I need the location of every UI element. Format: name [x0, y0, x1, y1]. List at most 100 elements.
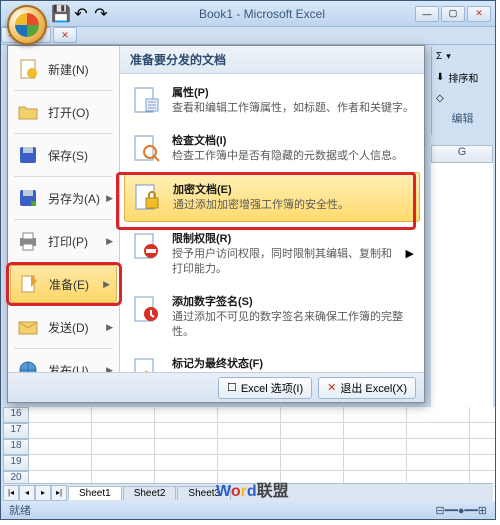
prepare-final[interactable]: 标记为最终状态(F) 让读者知道工作簿是最终版本。	[124, 347, 420, 372]
item-desc: 授予用户访问权限，同时限制其编辑、复制和打印能力。	[172, 247, 396, 277]
menu-label: 打印(P)	[48, 233, 88, 250]
close-button[interactable]: ✕	[467, 6, 491, 22]
button-label: 退出 Excel(X)	[340, 380, 407, 396]
ribbon-collapsed: — ▢ ✕	[1, 27, 495, 45]
envelope-icon	[16, 315, 40, 339]
row-header[interactable]: 17	[3, 423, 29, 439]
clear-icon[interactable]: ◇	[436, 93, 444, 104]
column-header-g[interactable]: G	[431, 145, 493, 163]
lock-icon	[131, 181, 163, 213]
window-title: Book1 - Microsoft Excel	[109, 7, 415, 21]
submenu-arrow-icon: ▶	[106, 236, 113, 247]
menu-new[interactable]: 新建(N)	[8, 50, 119, 88]
office-button[interactable]	[7, 5, 47, 45]
item-title: 检查文档(I)	[172, 132, 414, 148]
excel-window: 💾 ↶ ↷ Book1 - Microsoft Excel — ▢ ✕ — ▢ …	[0, 0, 496, 520]
button-label: Excel 选项(I)	[241, 380, 303, 396]
saveas-icon	[16, 186, 40, 210]
prepare-inspect[interactable]: 检查文档(I) 检查工作簿中是否有隐藏的元数据或个人信息。	[124, 124, 420, 172]
folder-open-icon	[16, 100, 40, 124]
item-title: 属性(P)	[172, 84, 414, 100]
menu-prepare[interactable]: 准备(E) ▶	[10, 265, 117, 303]
properties-icon	[130, 84, 162, 116]
item-desc: 通过添加不可见的数字签名来确保工作簿的完整性。	[172, 310, 414, 340]
minimize-button[interactable]: —	[415, 6, 439, 22]
item-title: 添加数字签名(S)	[172, 293, 414, 309]
window-controls: — ▢ ✕	[415, 6, 491, 22]
autosum-icon[interactable]: Σ	[436, 51, 442, 62]
item-title: 标记为最终状态(F)	[172, 355, 414, 371]
prepare-header: 准备要分发的文档	[120, 46, 424, 74]
globe-icon	[16, 358, 40, 372]
sheet-tab-2[interactable]: Sheet2	[123, 486, 177, 500]
item-desc: 检查工作簿中是否有隐藏的元数据或个人信息。	[172, 149, 414, 164]
maximize-button[interactable]: ▢	[441, 6, 465, 22]
row-cells[interactable]	[29, 455, 495, 471]
menu-label: 发送(D)	[48, 319, 89, 336]
prepare-restrict[interactable]: 限制权限(R) 授予用户访问权限，同时限制其编辑、复制和打印能力。 ▶	[124, 222, 420, 285]
options-icon: ☐	[227, 381, 237, 394]
row-cells[interactable]	[29, 407, 495, 423]
prepare-encrypt[interactable]: 加密文档(E) 通过添加加密增强工作簿的安全性。	[124, 172, 420, 222]
menu-label: 发布(U)	[48, 362, 89, 373]
tab-nav-prev[interactable]: ◂	[19, 485, 35, 501]
watermark: Word联盟	[216, 477, 289, 501]
menu-publish[interactable]: 发布(U) ▶	[8, 351, 119, 372]
row-cells[interactable]	[29, 423, 495, 439]
doc-close-button[interactable]: ✕	[53, 27, 77, 43]
menu-open[interactable]: 打开(O)	[8, 93, 119, 131]
restrict-icon	[130, 230, 162, 262]
submenu-arrow-icon: ▶	[103, 279, 110, 290]
qat-redo-icon[interactable]: ↷	[93, 6, 109, 22]
item-desc: 通过添加加密增强工作簿的安全性。	[173, 198, 413, 213]
row-header[interactable]: 18	[3, 439, 29, 455]
exit-icon: ✕	[327, 381, 336, 394]
menu-label: 保存(S)	[48, 147, 88, 164]
menu-right-pane: 准备要分发的文档 属性(P) 查看和编辑工作簿属性，如标题、作者和关键字。 检查…	[120, 46, 424, 372]
submenu-arrow-icon: ▶	[106, 365, 113, 373]
menu-save[interactable]: 保存(S)	[8, 136, 119, 174]
submenu-arrow-icon: ▶	[106, 322, 113, 333]
inspect-icon	[130, 132, 162, 164]
qat-save-icon[interactable]: 💾	[53, 6, 69, 22]
printer-icon	[16, 229, 40, 253]
exit-excel-button[interactable]: ✕ 退出 Excel(X)	[318, 377, 416, 399]
menu-send[interactable]: 发送(D) ▶	[8, 308, 119, 346]
zoom-controls[interactable]: ⊟━━●━━⊞	[435, 504, 487, 517]
status-bar: 就绪 ⊟━━●━━⊞	[1, 501, 495, 519]
row-header[interactable]: 16	[3, 407, 29, 423]
sheet-tab-1[interactable]: Sheet1	[68, 486, 122, 500]
sort-label: 排序和	[448, 70, 478, 85]
editing-group-label: 编辑	[432, 108, 493, 126]
office-menu: 新建(N) 打开(O) 保存(S) 另存为(A) ▶	[7, 45, 425, 403]
editing-group: Σ ▾ ⬇ 排序和 ◇ 编辑	[431, 47, 493, 135]
tab-nav-first[interactable]: |◂	[3, 485, 19, 501]
menu-label: 打开(O)	[48, 104, 89, 121]
signature-icon	[130, 293, 162, 325]
fill-icon[interactable]: ⬇	[436, 72, 444, 83]
excel-options-button[interactable]: ☐ Excel 选项(I)	[218, 377, 312, 399]
row-header[interactable]: 19	[3, 455, 29, 471]
tab-nav-next[interactable]: ▸	[35, 485, 51, 501]
qat-undo-icon[interactable]: ↶	[73, 6, 89, 22]
submenu-arrow-icon: ▶	[106, 193, 113, 204]
submenu-arrow-icon: ▶	[406, 247, 414, 260]
menu-label: 准备(E)	[49, 276, 89, 293]
office-logo-icon	[15, 13, 39, 37]
tab-nav-last[interactable]: ▸|	[51, 485, 67, 501]
menu-saveas[interactable]: 另存为(A) ▶	[8, 179, 119, 217]
menu-left-pane: 新建(N) 打开(O) 保存(S) 另存为(A) ▶	[8, 46, 120, 372]
menu-footer: ☐ Excel 选项(I) ✕ 退出 Excel(X)	[8, 372, 424, 402]
prepare-properties[interactable]: 属性(P) 查看和编辑工作簿属性，如标题、作者和关键字。	[124, 76, 420, 124]
menu-label: 新建(N)	[48, 61, 89, 78]
menu-print[interactable]: 打印(P) ▶	[8, 222, 119, 260]
prepare-signature[interactable]: 添加数字签名(S) 通过添加不可见的数字签名来确保工作簿的完整性。	[124, 285, 420, 348]
new-doc-icon	[16, 57, 40, 81]
final-icon	[130, 355, 162, 372]
row-cells[interactable]	[29, 439, 495, 455]
item-desc: 查看和编辑工作簿属性，如标题、作者和关键字。	[172, 101, 414, 116]
status-ready: 就绪	[9, 502, 31, 518]
save-icon	[16, 143, 40, 167]
item-title: 加密文档(E)	[173, 181, 413, 197]
titlebar: 💾 ↶ ↷ Book1 - Microsoft Excel — ▢ ✕	[1, 1, 495, 27]
